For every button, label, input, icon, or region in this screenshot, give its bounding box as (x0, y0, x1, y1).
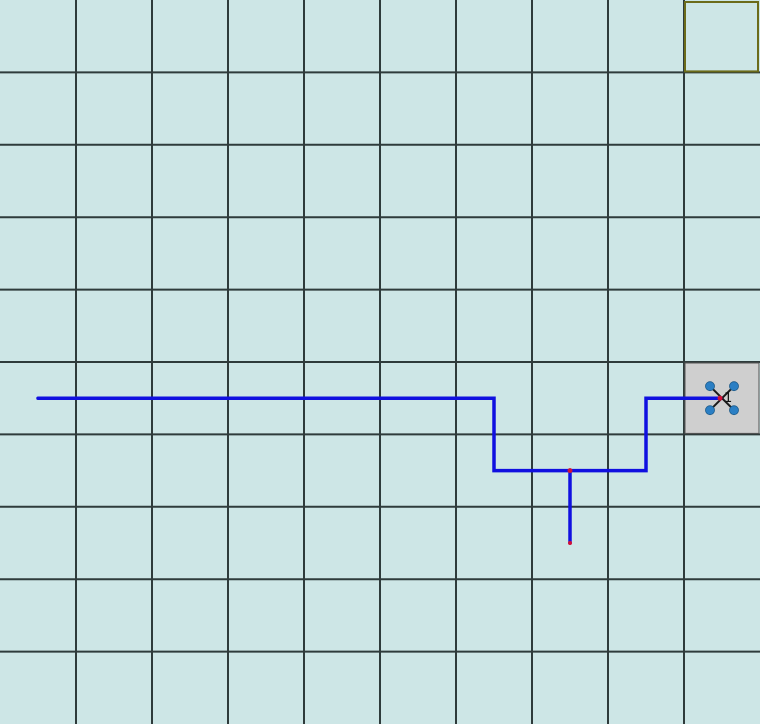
drone-rotor (729, 405, 739, 416)
path-junction-marker (567, 468, 573, 474)
drone-center-marker (717, 395, 723, 401)
game-board[interactable]: 1 (0, 0, 760, 724)
path-end-marker (568, 541, 572, 545)
drone-rotor (729, 381, 739, 392)
drone-rotor (705, 381, 715, 392)
drone-rotor (705, 405, 715, 416)
drone-id-label: 1 (724, 391, 732, 406)
